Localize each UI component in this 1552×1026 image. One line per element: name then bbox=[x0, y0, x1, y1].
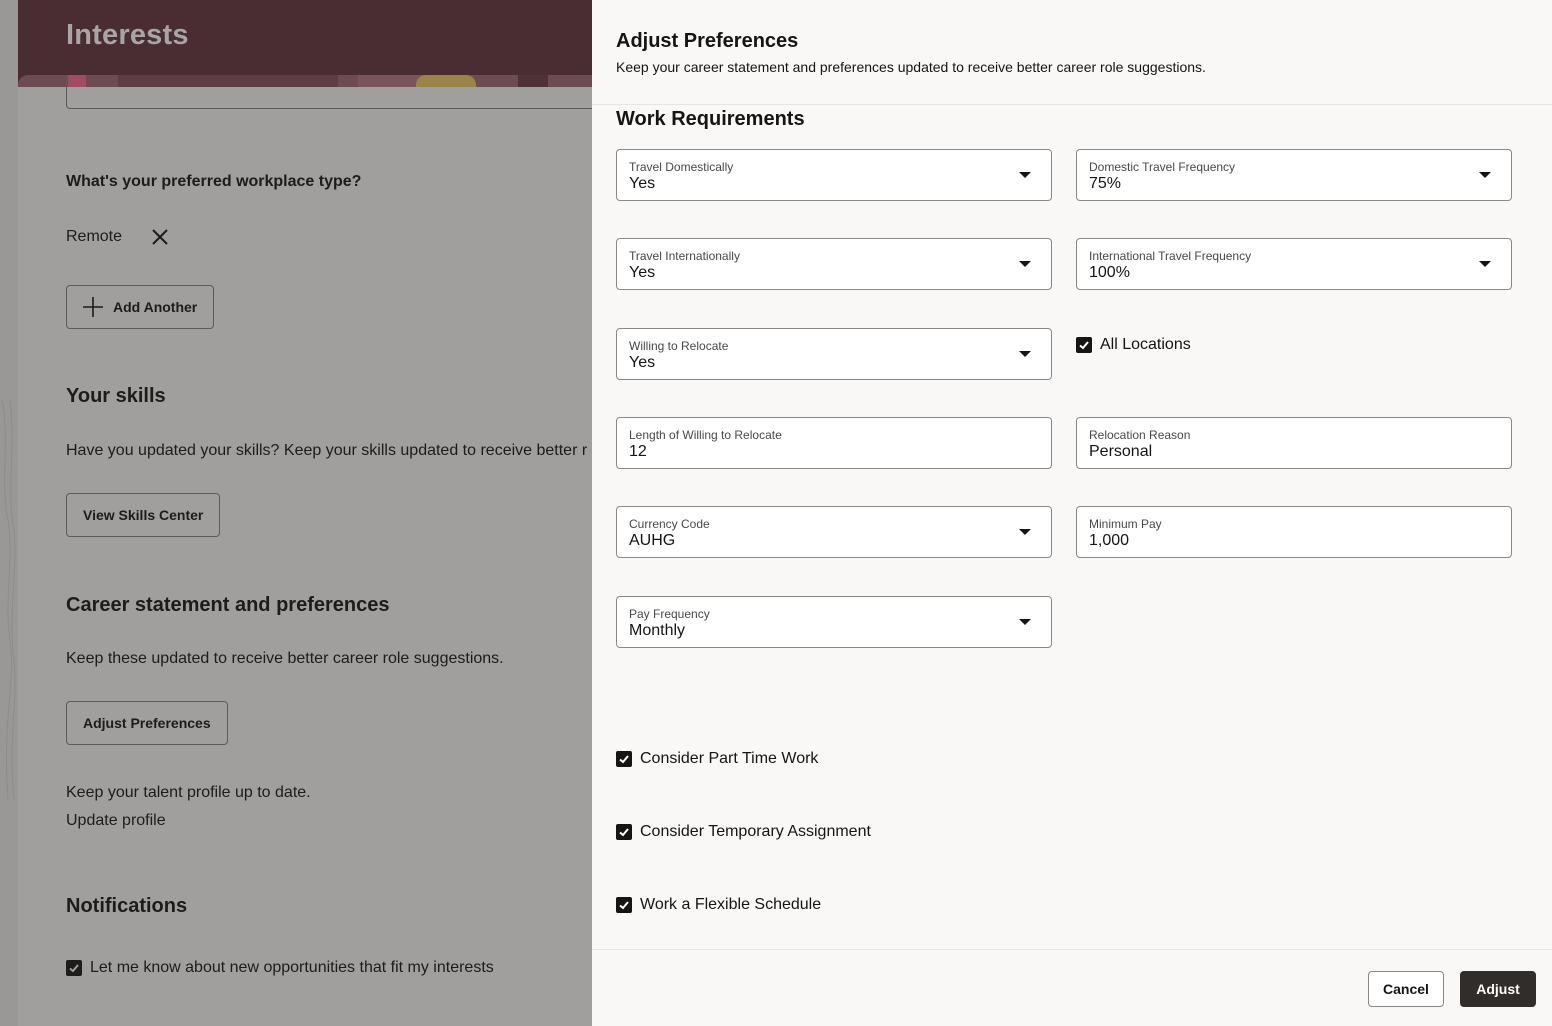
travel-internationally-select[interactable]: Travel Internationally Yes bbox=[616, 238, 1052, 290]
checkbox-label: Work a Flexible Schedule bbox=[640, 896, 822, 913]
field-label: Pay Frequency bbox=[629, 607, 710, 621]
pay-frequency-select[interactable]: Pay Frequency Monthly bbox=[616, 596, 1052, 648]
field-label: Minimum Pay bbox=[1089, 517, 1162, 531]
temporary-assignment-checkbox[interactable]: Consider Temporary Assignment bbox=[616, 823, 871, 841]
interests-card: What's your preferred workplace type? Re… bbox=[18, 75, 592, 1026]
drawer-header: Adjust Preferences Keep your career stat… bbox=[592, 0, 1552, 105]
caret-down-icon[interactable] bbox=[1019, 261, 1031, 267]
drawer-title: Adjust Preferences bbox=[616, 30, 799, 52]
caret-down-icon[interactable] bbox=[1019, 351, 1031, 357]
drawer-subtitle: Keep your career statement and preferenc… bbox=[616, 59, 1206, 75]
field-label: Willing to Relocate bbox=[629, 339, 729, 353]
page-title: Interests bbox=[66, 19, 189, 51]
plus-icon bbox=[83, 297, 103, 317]
adjust-preferences-label: Adjust Preferences bbox=[83, 715, 211, 731]
checkbox-box[interactable] bbox=[616, 824, 632, 840]
relocation-reason-input[interactable]: Relocation Reason Personal bbox=[1076, 417, 1512, 469]
checkmark-icon bbox=[1079, 341, 1089, 350]
caret-down-icon[interactable] bbox=[1019, 529, 1031, 535]
section-title: Work Requirements bbox=[616, 108, 805, 130]
workplace-tag: Remote bbox=[66, 228, 123, 245]
field-value: 75% bbox=[1089, 175, 1122, 192]
notify-checkbox-label: Let me know about new opportunities that… bbox=[90, 959, 494, 976]
international-travel-frequency-select[interactable]: International Travel Frequency 100% bbox=[1076, 238, 1512, 290]
drawer-footer: Cancel Adjust bbox=[592, 949, 1552, 1026]
job-field[interactable] bbox=[66, 75, 592, 109]
part-time-checkbox[interactable]: Consider Part Time Work bbox=[616, 750, 818, 768]
adjust-button[interactable]: Adjust bbox=[1460, 971, 1536, 1007]
checkmark-icon bbox=[619, 755, 629, 764]
contour-pattern bbox=[1, 400, 16, 800]
currency-code-select[interactable]: Currency Code AUHG bbox=[616, 506, 1052, 558]
skills-text: Have you updated your skills? Keep your … bbox=[66, 442, 588, 459]
workplace-question: What's your preferred workplace type? bbox=[66, 173, 362, 190]
view-skills-label: View Skills Center bbox=[83, 507, 204, 523]
cancel-button[interactable]: Cancel bbox=[1368, 971, 1444, 1007]
minimum-pay-input[interactable]: Minimum Pay 1,000 bbox=[1076, 506, 1512, 558]
profile-text: Keep your talent profile up to date. bbox=[66, 784, 311, 801]
field-value: Monthly bbox=[629, 622, 686, 639]
update-profile-link[interactable]: Update profile bbox=[66, 812, 166, 830]
view-skills-center-button[interactable]: View Skills Center bbox=[66, 493, 221, 537]
notifications-heading: Notifications bbox=[66, 895, 188, 917]
adjust-preferences-drawer: Adjust Preferences Keep your career stat… bbox=[592, 0, 1552, 1026]
caret-down-icon[interactable] bbox=[1019, 172, 1031, 178]
checkbox-box[interactable] bbox=[616, 897, 632, 913]
field-value: Yes bbox=[629, 264, 656, 281]
field-value: Yes bbox=[629, 354, 656, 371]
field-value: 1,000 bbox=[1089, 532, 1130, 549]
checkmark-icon bbox=[619, 901, 629, 910]
field-label: International Travel Frequency bbox=[1089, 249, 1252, 263]
field-label: Travel Internationally bbox=[629, 249, 740, 263]
remove-icon[interactable] bbox=[151, 228, 169, 246]
field-label: Currency Code bbox=[629, 517, 710, 531]
checkmark-icon bbox=[69, 964, 79, 973]
checkbox-box[interactable] bbox=[616, 751, 632, 767]
field-label: Travel Domestically bbox=[629, 160, 734, 174]
field-value: 100% bbox=[1089, 264, 1130, 281]
add-another-label: Add Another bbox=[113, 299, 198, 315]
domestic-travel-frequency-select[interactable]: Domestic Travel Frequency 75% bbox=[1076, 149, 1512, 201]
checkbox-box[interactable] bbox=[1076, 337, 1092, 353]
skills-heading: Your skills bbox=[66, 385, 166, 407]
add-another-button[interactable]: Add Another bbox=[66, 285, 215, 329]
checkbox-label: All Locations bbox=[1100, 336, 1191, 353]
field-label: Relocation Reason bbox=[1089, 428, 1191, 442]
caret-down-icon[interactable] bbox=[1479, 261, 1491, 267]
checkbox-label: Consider Part Time Work bbox=[640, 750, 819, 767]
adjust-preferences-button[interactable]: Adjust Preferences bbox=[66, 701, 228, 745]
length-willing-to-relocate-input[interactable]: Length of Willing to Relocate 12 bbox=[616, 417, 1052, 469]
checkbox-label: Consider Temporary Assignment bbox=[640, 823, 871, 840]
caret-down-icon[interactable] bbox=[1019, 619, 1031, 625]
career-heading: Career statement and preferences bbox=[66, 594, 390, 616]
caret-down-icon[interactable] bbox=[1479, 172, 1491, 178]
field-label: Length of Willing to Relocate bbox=[629, 428, 782, 442]
background-page: Interests What's your preferred workplac… bbox=[0, 0, 592, 1026]
checkmark-icon bbox=[619, 828, 629, 837]
field-value: 12 bbox=[629, 443, 647, 460]
notify-checkbox[interactable] bbox=[66, 960, 82, 976]
page-gutter bbox=[0, 0, 18, 1026]
field-value: Personal bbox=[1089, 443, 1153, 460]
field-value: AUHG bbox=[629, 532, 676, 549]
field-value: Yes bbox=[629, 175, 656, 192]
travel-domestically-select[interactable]: Travel Domestically Yes bbox=[616, 149, 1052, 201]
all-locations-checkbox[interactable]: All Locations bbox=[1076, 336, 1191, 354]
field-label: Domestic Travel Frequency bbox=[1089, 160, 1236, 174]
career-text: Keep these updated to receive better car… bbox=[66, 650, 504, 667]
willing-to-relocate-select[interactable]: Willing to Relocate Yes bbox=[616, 328, 1052, 380]
flexible-schedule-checkbox[interactable]: Work a Flexible Schedule bbox=[616, 896, 821, 914]
